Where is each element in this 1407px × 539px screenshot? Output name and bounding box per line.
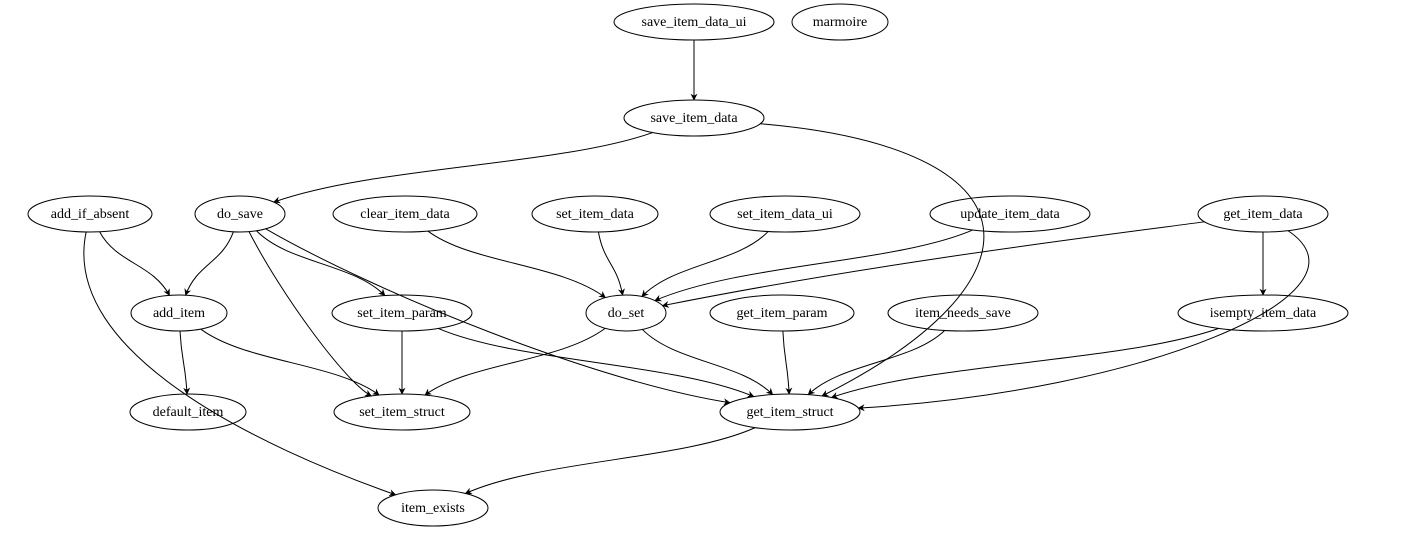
node-label-do_set: do_set: [608, 306, 645, 321]
node-label-set_item_struct: set_item_struct: [359, 405, 445, 420]
node-item_needs_save: item_needs_save: [888, 295, 1038, 331]
node-label-item_needs_save: item_needs_save: [915, 306, 1011, 321]
edge-get_item_param-to-get_item_struct: [783, 331, 789, 394]
edge-do_save-to-set_item_param: [256, 231, 384, 296]
node-add_if_absent: add_if_absent: [28, 196, 152, 232]
node-set_item_param: set_item_param: [332, 295, 472, 331]
dependency-graph: save_item_data_ui marmoire save_item_dataa…: [0, 0, 1407, 539]
node-set_item_data_ui: set_item_data_ui: [710, 196, 860, 232]
node-get_item_param: get_item_param: [710, 295, 854, 331]
node-label-save_item_data: save_item_data: [650, 111, 738, 126]
edge-do_save-to-set_item_struct: [249, 232, 371, 396]
node-label-add_item: add_item: [153, 306, 205, 321]
edge-get_item_struct-to-item_exists: [465, 428, 755, 494]
node-add_item: add_item: [131, 295, 227, 331]
edge-add_item-to-set_item_struct: [201, 329, 379, 395]
edge-set_item_param-to-get_item_struct: [438, 328, 754, 396]
node-label-get_item_param: get_item_param: [737, 306, 828, 321]
node-get_item_struct: get_item_struct: [720, 394, 860, 430]
node-label-save_item_data_ui: save_item_data_ui: [642, 15, 747, 30]
node-label-do_save: do_save: [217, 207, 263, 222]
node-marmoire: marmoire: [792, 4, 888, 40]
node-isempty_item_data: isempty_item_data: [1178, 295, 1348, 331]
node-label-default_item: default_item: [153, 405, 224, 420]
edge-do_set-to-get_item_struct: [642, 329, 772, 394]
edge-save_item_data-to-do_save: [274, 133, 653, 203]
node-do_set: do_set: [586, 295, 666, 331]
edge-clear_item_data-to-do_set: [428, 231, 605, 298]
edge-do_save-to-add_item: [186, 232, 234, 295]
edge-set_item_data_ui-to-do_set: [642, 232, 768, 297]
edge-isempty_item_data-to-get_item_struct: [832, 328, 1219, 397]
node-get_item_data: get_item_data: [1198, 196, 1328, 232]
node-update_item_data: update_item_data: [930, 196, 1090, 232]
node-save_item_data_ui: save_item_data_ui: [614, 4, 774, 40]
node-label-add_if_absent: add_if_absent: [51, 207, 130, 222]
node-label-set_item_data_ui: set_item_data_ui: [737, 207, 833, 222]
node-label-set_item_data: set_item_data: [556, 207, 635, 222]
node-label-clear_item_data: clear_item_data: [360, 207, 450, 222]
edge-set_item_data-to-do_set: [598, 232, 622, 295]
node-label-marmoire: marmoire: [813, 15, 867, 30]
edge-update_item_data-to-do_set: [655, 230, 973, 301]
edge-do_set-to-set_item_struct: [425, 328, 605, 395]
node-set_item_data: set_item_data: [532, 196, 658, 232]
node-label-get_item_struct: get_item_struct: [746, 405, 833, 420]
node-label-isempty_item_data: isempty_item_data: [1210, 306, 1317, 321]
node-default_item: default_item: [130, 394, 246, 430]
edge-add_if_absent-to-add_item: [100, 232, 170, 296]
node-do_save: do_save: [195, 196, 285, 232]
node-label-item_exists: item_exists: [401, 501, 465, 516]
node-label-get_item_data: get_item_data: [1223, 207, 1303, 222]
node-save_item_data: save_item_data: [624, 100, 764, 136]
node-label-update_item_data: update_item_data: [960, 207, 1060, 222]
edge-add_item-to-default_item: [180, 331, 187, 394]
edge-save_item_data-to-get_item_struct: [760, 124, 983, 396]
node-set_item_struct: set_item_struct: [334, 394, 470, 430]
node-clear_item_data: clear_item_data: [333, 196, 477, 232]
edge-do_save-to-get_item_struct: [266, 229, 730, 403]
node-label-set_item_param: set_item_param: [357, 306, 447, 321]
edge-get_item_data-to-do_set: [663, 222, 1205, 306]
node-item_exists: item_exists: [378, 490, 488, 526]
